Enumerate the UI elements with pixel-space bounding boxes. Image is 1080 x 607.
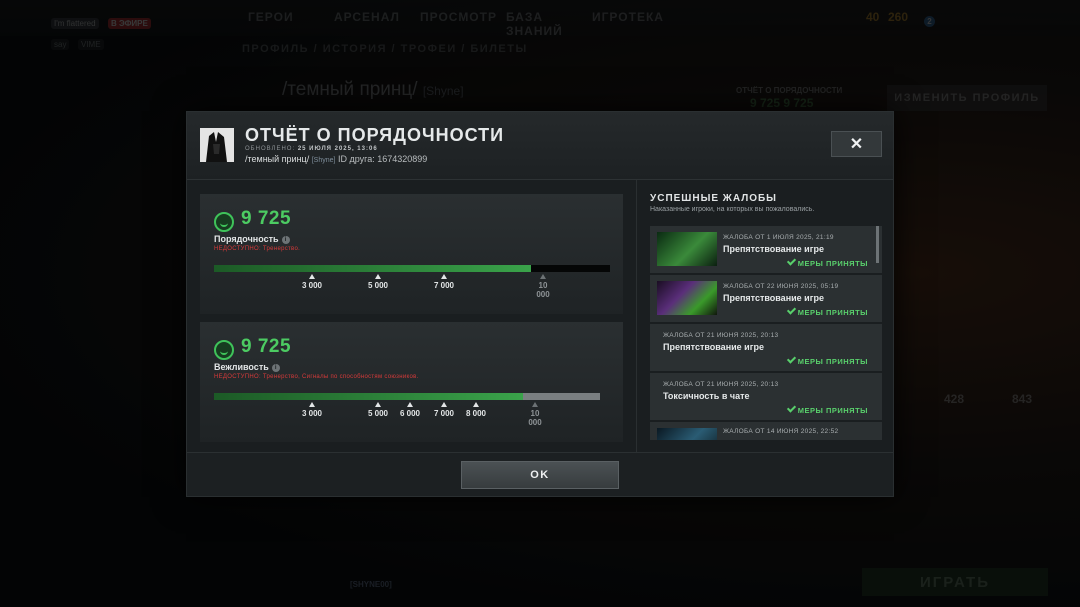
tick-label: 6 000 [395, 402, 425, 418]
checkmark-icon [786, 256, 796, 266]
behavior-warning: НЕДОСТУПНО: Тренерство, Сигналы по спосо… [214, 374, 419, 380]
smile-icon [214, 340, 234, 360]
hero-portrait [657, 428, 717, 440]
report-type: Токсичность в чате [663, 391, 750, 401]
behavior-bar-fill [214, 393, 523, 400]
report-status: МЕРЫ ПРИНЯТЫ [786, 354, 868, 366]
behavior-score: 9 725 [241, 336, 292, 357]
conduct-bar-track [214, 265, 610, 272]
hero-portrait [657, 281, 717, 315]
game-client: I'm flattered В ЭФИРЕ say VIME ГЕРОИ АРС… [0, 0, 1080, 607]
reports-subtitle: Наказанные игроки, на которых вы пожалов… [650, 206, 815, 213]
report-item[interactable]: ЖАЛОБА ОТ 21 ИЮНЯ 2025, 20:13 Препятство… [650, 324, 882, 371]
tick-label: 5 000 [363, 402, 393, 418]
tick-label: 10 000 [533, 274, 553, 299]
conduct-warning: НЕДОСТУПНО: Тренерство. [214, 246, 301, 252]
report-type: Препятствование игре [723, 244, 824, 254]
close-button[interactable]: ✕ [831, 131, 882, 157]
conduct-bar-fill [214, 265, 531, 272]
conduct-score: 9 725 [241, 208, 292, 229]
info-icon[interactable]: i [271, 364, 280, 372]
friend-id: ID друга: 1674320899 [338, 154, 428, 164]
ok-button[interactable]: OK [461, 461, 619, 489]
report-status: МЕРЫ ПРИНЯТЫ [786, 305, 868, 317]
report-date: ЖАЛОБА ОТ 21 ИЮНЯ 2025, 20:13 [663, 332, 779, 339]
updated-timestamp: ОБНОВЛЕНО: 25 ИЮЛЯ 2025, 13:06 [245, 146, 378, 152]
hero-portrait [657, 232, 717, 266]
report-status: МЕРЫ ПРИНЯТЫ [786, 256, 868, 268]
tick-label: 3 000 [297, 274, 327, 290]
avatar [200, 128, 234, 162]
behavior-bar-track [214, 393, 600, 400]
behavior-label: Вежливость i [214, 362, 280, 372]
report-date: ЖАЛОБА ОТ 21 ИЮНЯ 2025, 20:13 [663, 381, 779, 388]
report-item[interactable]: ЖАЛОБА ОТ 21 ИЮНЯ 2025, 20:13 Токсичност… [650, 373, 882, 420]
smile-icon [214, 212, 234, 232]
report-type: Препятствование игре [663, 342, 764, 352]
conduct-score-panel: 9 725 Порядочность i НЕДОСТУПНО: Тренерст… [200, 194, 623, 314]
report-date: ЖАЛОБА ОТ 22 ИЮНЯ 2025, 05:19 [723, 283, 839, 290]
conduct-report-modal: ОТЧЁТ О ПОРЯДОЧНОСТИ ОБНОВЛЕНО: 25 ИЮЛЯ … [186, 111, 894, 497]
report-date: ЖАЛОБА ОТ 14 ИЮНЯ 2025, 22:52 [723, 428, 839, 435]
modal-title: ОТЧЁТ О ПОРЯДОЧНОСТИ [245, 125, 505, 145]
report-item[interactable]: ЖАЛОБА ОТ 22 ИЮНЯ 2025, 05:19 Препятство… [650, 275, 882, 322]
tick-label: 8 000 [461, 402, 491, 418]
scrollbar[interactable] [876, 226, 879, 263]
close-icon: ✕ [849, 136, 864, 153]
behavior-ticks: 3 000 5 000 6 000 7 000 8 000 10 000 [214, 402, 614, 432]
checkmark-icon [786, 403, 796, 413]
report-status: МЕРЫ ПРИНЯТЫ [786, 403, 868, 415]
conduct-ticks: 3 000 5 000 7 000 10 000 [214, 274, 614, 304]
behavior-score-panel: 9 725 Вежливость i НЕДОСТУПНО: Тренерство… [200, 322, 623, 442]
tick-label: 10 000 [525, 402, 545, 427]
tick-label: 5 000 [363, 274, 393, 290]
player-info: /темный принц/ [Shyne] ID друга: 1674320… [245, 154, 427, 164]
checkmark-icon [786, 354, 796, 364]
player-name: /темный принц/ [245, 154, 310, 164]
checkmark-icon [786, 305, 796, 315]
info-icon[interactable]: i [281, 236, 290, 244]
report-date: ЖАЛОБА ОТ 1 ИЮЛЯ 2025, 21:19 [723, 234, 834, 241]
report-item[interactable]: ЖАЛОБА ОТ 14 ИЮНЯ 2025, 22:52 [650, 422, 882, 440]
divider [636, 180, 637, 452]
reports-title: УСПЕШНЫЕ ЖАЛОБЫ [650, 193, 777, 204]
player-tag: [Shyne] [311, 157, 336, 164]
report-type: Препятствование игре [723, 293, 824, 303]
tick-label: 3 000 [297, 402, 327, 418]
modal-header: ОТЧЁТ О ПОРЯДОЧНОСТИ ОБНОВЛЕНО: 25 ИЮЛЯ … [187, 112, 893, 180]
report-item[interactable]: ЖАЛОБА ОТ 1 ИЮЛЯ 2025, 21:19 Препятствов… [650, 226, 882, 273]
reports-list[interactable]: ЖАЛОБА ОТ 1 ИЮЛЯ 2025, 21:19 Препятствов… [650, 226, 882, 440]
tick-label: 7 000 [429, 274, 459, 290]
tick-label: 7 000 [429, 402, 459, 418]
conduct-label: Порядочность i [214, 234, 290, 244]
